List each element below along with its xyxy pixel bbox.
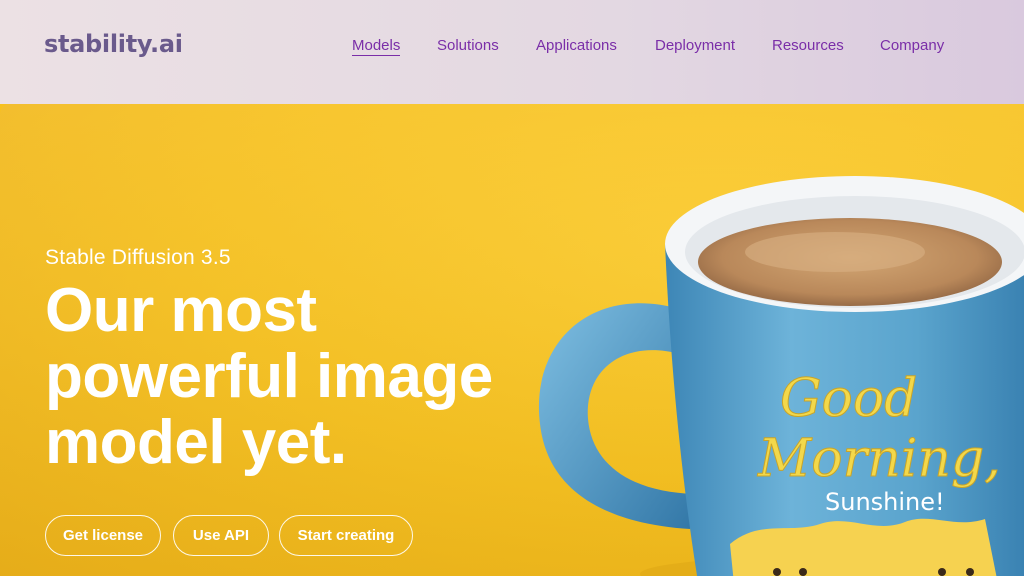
hero-eyebrow: Stable Diffusion 3.5: [45, 246, 231, 269]
nav-resources[interactable]: Resources: [772, 37, 844, 54]
nav-deployment[interactable]: Deployment: [655, 37, 735, 54]
mug-text-morning: Morning,: [757, 429, 1001, 489]
coffee-mug-image: Good Morning, Sunshine!: [538, 176, 1024, 576]
nav-applications[interactable]: Applications: [536, 37, 617, 54]
nav-models[interactable]: Models: [352, 37, 401, 56]
nav-solutions[interactable]: Solutions: [437, 37, 499, 54]
headline-line-3: model yet.: [45, 408, 347, 477]
start-creating-button[interactable]: Start creating: [279, 515, 413, 556]
hero-headline: Our most powerful image model yet.: [45, 278, 565, 476]
mug-text-sunshine: Sunshine!: [825, 488, 945, 516]
mug-text-good: Good: [780, 369, 917, 429]
nav-company[interactable]: Company: [880, 37, 944, 54]
top-navigation-bar: stability.ai Models Solutions Applicatio…: [0, 0, 1024, 104]
use-api-button[interactable]: Use API: [173, 515, 269, 556]
hero-section: Good Morning, Sunshine! Stable Diffusion…: [0, 104, 1024, 576]
get-license-button[interactable]: Get license: [45, 515, 161, 556]
main-nav: Models Solutions Applications Deployment…: [0, 37, 1024, 57]
headline-line-1: Our most: [45, 276, 317, 345]
headline-line-2: powerful image: [45, 342, 493, 411]
